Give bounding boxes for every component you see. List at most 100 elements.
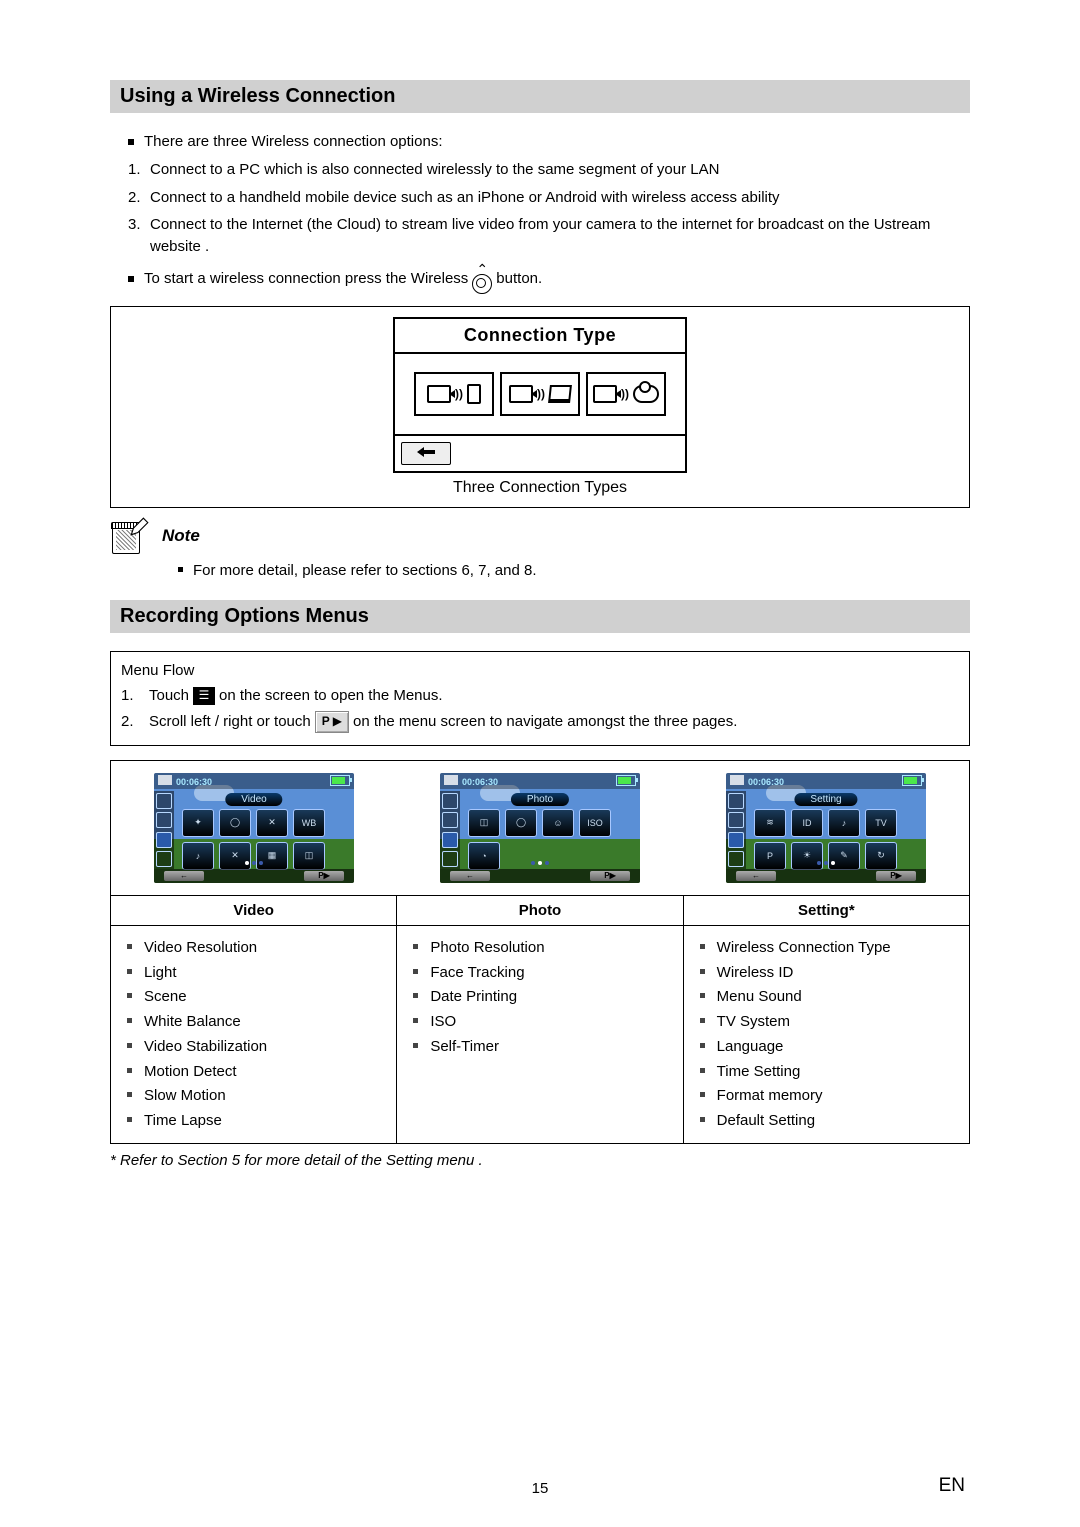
bullet-icon <box>127 993 132 998</box>
bullet-icon <box>700 1068 705 1073</box>
page-number: 15 <box>0 1480 1080 1497</box>
options-item-label: Self-Timer <box>430 1036 499 1058</box>
menu-screens-row: 00:06:30Video✦◯✕WB♪✕▦◫←P▶ 00:06:30Photo◫◯… <box>110 760 970 895</box>
wireless-start-line: To start a wireless connection press the… <box>128 264 970 294</box>
options-item: Date Printing <box>407 986 672 1008</box>
signal-icon: )) <box>621 387 629 401</box>
note-text: For more detail, please refer to section… <box>193 560 537 582</box>
options-item: Photo Resolution <box>407 937 672 959</box>
options-item: Default Setting <box>694 1110 959 1132</box>
menu-flow-box: Menu Flow 1. Touch ☰ on the screen to op… <box>110 651 970 746</box>
page-nav-icon[interactable]: P▶ <box>315 711 349 732</box>
wireless-opt-1: 1. Connect to a PC which is also connect… <box>128 159 970 181</box>
bullet-icon <box>127 1092 132 1097</box>
laptop-icon <box>548 385 572 403</box>
opt-text: Connect to a PC which is also connected … <box>150 159 719 181</box>
bullet-icon <box>413 944 418 949</box>
options-col-body: Video ResolutionLightSceneWhite BalanceV… <box>111 926 396 1143</box>
options-item-label: Photo Resolution <box>430 937 544 959</box>
bullet-icon <box>413 969 418 974</box>
options-col: Photo Photo Resolution Face TrackingDate P… <box>397 896 683 1143</box>
back-arrow-icon <box>416 446 436 458</box>
options-item: Wireless Connection Type <box>694 937 959 959</box>
options-item-label: Wireless ID <box>717 962 794 984</box>
cloud-icon <box>633 385 659 403</box>
bullet-icon <box>413 1043 418 1048</box>
phone-icon <box>467 384 481 404</box>
options-item-label: White Balance <box>144 1011 241 1033</box>
step2-a: Scroll left / right or touch <box>149 711 311 733</box>
section-recording-title: Recording Options Menus <box>110 600 970 633</box>
options-item-label: Video Stabilization <box>144 1036 267 1058</box>
options-item: Wireless ID <box>694 962 959 984</box>
menu-screen-setting: 00:06:30Setting≋ID♪TVP☀✎↻←P▶ <box>726 773 926 883</box>
intro-text: There are three Wireless connection opti… <box>144 131 442 153</box>
opt-text: Connect to the Internet (the Cloud) to s… <box>150 214 970 258</box>
pencil-icon <box>128 516 150 538</box>
options-item-label: Date Printing <box>430 986 517 1008</box>
options-col-body: Photo Resolution Face TrackingDate Printi… <box>397 926 682 1069</box>
options-item-label: Format memory <box>717 1085 823 1107</box>
bullet-icon <box>700 1092 705 1097</box>
menu-flow-step-1: 1. Touch ☰ on the screen to open the Men… <box>121 685 959 707</box>
menu-flow-step-2: 2. Scroll left / right or touch P▶ on th… <box>121 711 959 733</box>
options-item: White Balance <box>121 1011 386 1033</box>
bullet-icon <box>413 1018 418 1023</box>
options-item-label: Wireless Connection Type <box>717 937 891 959</box>
options-item-label: ISO <box>430 1011 456 1033</box>
bullet-icon <box>128 276 134 282</box>
camera-icon <box>509 385 533 403</box>
conn-opt-phone[interactable]: )) <box>414 372 494 416</box>
notepad-icon <box>110 516 150 556</box>
screen-cell: 00:06:30Photo◫◯☺ISO◔←P▶ <box>397 761 683 895</box>
menu-screen-video: 00:06:30Video✦◯✕WB♪✕▦◫←P▶ <box>154 773 354 883</box>
options-item: Video Stabilization <box>121 1036 386 1058</box>
connection-type-figure: Connection Type )) )) )) Three Connectio… <box>110 306 970 508</box>
bullet-icon <box>127 944 132 949</box>
options-item-label: Menu Sound <box>717 986 802 1008</box>
page-language: EN <box>939 1475 965 1497</box>
bullet-icon <box>127 1018 132 1023</box>
bullet-icon <box>178 567 183 572</box>
conn-opt-cloud[interactable]: )) <box>586 372 666 416</box>
bullet-icon <box>127 1068 132 1073</box>
list-number: 2. <box>128 187 150 209</box>
bullet-icon <box>127 969 132 974</box>
start-prefix: To start a wireless connection press the… <box>144 268 468 290</box>
note-detail: For more detail, please refer to section… <box>178 560 970 582</box>
bullet-icon <box>700 944 705 949</box>
step1-a: Touch <box>149 685 189 707</box>
menu-flow-label: Menu Flow <box>121 660 959 682</box>
signal-icon: )) <box>455 387 463 401</box>
bullet-icon <box>700 1117 705 1122</box>
menu-list-icon[interactable]: ☰ <box>193 687 215 705</box>
opt-text: Connect to a handheld mobile device such… <box>150 187 780 209</box>
options-item: Slow Motion <box>121 1085 386 1107</box>
options-item-label: Language <box>717 1036 784 1058</box>
options-item-label: Video Resolution <box>144 937 257 959</box>
options-item: Time Setting <box>694 1061 959 1083</box>
step2-b: on the menu screen to navigate amongst t… <box>353 711 737 733</box>
step1-b: on the screen to open the Menus. <box>219 685 442 707</box>
options-item-label: Time Setting <box>717 1061 801 1083</box>
options-item: Format memory <box>694 1085 959 1107</box>
camera-icon <box>427 385 451 403</box>
options-item-label: Slow Motion <box>144 1085 226 1107</box>
back-button[interactable] <box>401 442 451 465</box>
connection-type-header: Connection Type <box>395 319 685 354</box>
options-item-label: Time Lapse <box>144 1110 222 1132</box>
options-item-label: Light <box>144 962 177 984</box>
options-item: Face Tracking <box>407 962 672 984</box>
connection-back-row <box>395 436 685 471</box>
options-col-head: Photo <box>397 896 682 926</box>
conn-opt-pc[interactable]: )) <box>500 372 580 416</box>
bullet-icon <box>700 993 705 998</box>
connection-type-panel: Connection Type )) )) )) <box>393 317 687 473</box>
bullet-icon <box>700 1043 705 1048</box>
note-block: Note <box>110 516 970 556</box>
screen-cell: 00:06:30Setting≋ID♪TVP☀✎↻←P▶ <box>683 761 969 895</box>
options-col-body: Wireless Connection Type Wireless IDMenu … <box>684 926 969 1143</box>
options-item: Time Lapse <box>121 1110 386 1132</box>
list-number: 2. <box>121 711 149 733</box>
options-item: Language <box>694 1036 959 1058</box>
